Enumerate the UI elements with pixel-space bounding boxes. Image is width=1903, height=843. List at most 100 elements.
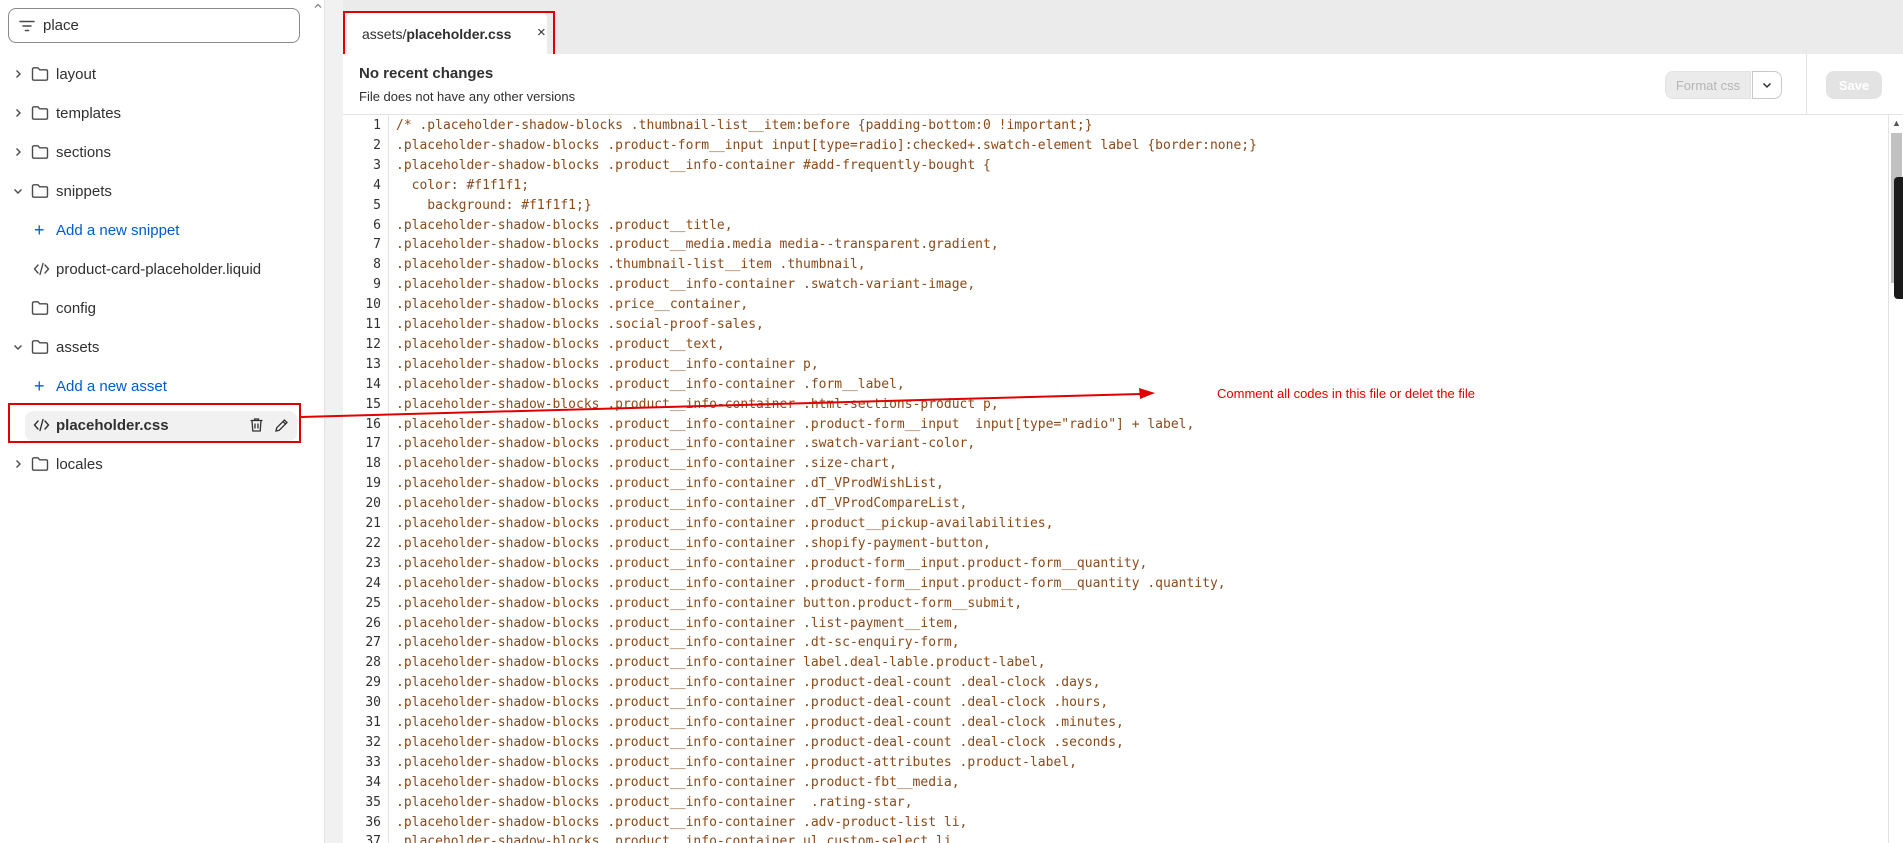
code-line[interactable]: 3 .placeholder-shadow-blocks .product__in… [343,156,1888,176]
code-line[interactable]: 5 background: #f1f1f1;} [343,196,1888,216]
code-editor[interactable]: 1 /* .placeholder-shadow-blocks .thumbnai… [343,115,1888,843]
code-line[interactable]: 27 .placeholder-shadow-blocks .product__i… [343,633,1888,653]
code-line[interactable]: 10 .placeholder-shadow-blocks .price__con… [343,295,1888,315]
code-text: .placeholder-shadow-blocks .product__inf… [396,535,991,551]
code-line[interactable]: 9 .placeholder-shadow-blocks .product__in… [343,275,1888,295]
code-line[interactable]: 16 .placeholder-shadow-blocks .product__i… [343,415,1888,435]
format-css-button[interactable]: Format css [1665,71,1751,99]
code-line[interactable]: 20 .placeholder-shadow-blocks .product__i… [343,494,1888,514]
tree-folder-layout[interactable]: layout [0,55,325,94]
line-number: 17 [365,436,381,452]
tree-folder-config[interactable]: config [0,289,325,328]
file-search-input[interactable]: place [8,8,300,43]
line-number: 16 [365,416,381,432]
line-number: 3 [373,157,381,173]
code-text: .placeholder-shadow-blocks .product__inf… [396,834,960,843]
line-number: 29 [365,675,381,691]
code-line[interactable]: 19 .placeholder-shadow-blocks .product__i… [343,474,1888,494]
code-line[interactable]: 35 .placeholder-shadow-blocks .product__i… [343,793,1888,813]
chevron-up-icon[interactable] [312,0,324,12]
close-icon[interactable]: × [537,24,546,41]
code-text: .placeholder-shadow-blocks .product__inf… [396,416,1195,432]
code-line[interactable]: 18 .placeholder-shadow-blocks .product__i… [343,454,1888,474]
file-row-actions [249,417,289,433]
code-line[interactable]: 7 .placeholder-shadow-blocks .product__me… [343,235,1888,255]
code-line[interactable]: 34 .placeholder-shadow-blocks .product__i… [343,773,1888,793]
tree-folder-locales[interactable]: locales [0,445,325,484]
code-line[interactable]: 13 .placeholder-shadow-blocks .product__i… [343,355,1888,375]
line-number: 15 [365,396,381,412]
filter-icon [19,20,35,31]
add-snippet-link[interactable]: + Add a new snippet [0,211,325,250]
chevron-down-icon [14,189,22,194]
line-number: 35 [365,794,381,810]
code-line[interactable]: 4 color: #f1f1f1; [343,176,1888,196]
tree-file-placeholder-css[interactable]: placeholder.css [0,406,325,445]
line-number: 4 [373,177,381,193]
line-number: 33 [365,754,381,770]
format-options-dropdown[interactable] [1752,71,1782,99]
code-line[interactable]: 32 .placeholder-shadow-blocks .product__i… [343,733,1888,753]
tree-folder-snippets[interactable]: snippets [0,172,325,211]
tree-file-product-card-placeholder[interactable]: product-card-placeholder.liquid [0,250,325,289]
code-line[interactable]: 31 .placeholder-shadow-blocks .product__i… [343,713,1888,733]
code-line[interactable]: 36 .placeholder-shadow-blocks .product__i… [343,813,1888,833]
save-button[interactable]: Save [1826,71,1882,99]
code-line[interactable]: 37 .placeholder-shadow-blocks .product__i… [343,832,1888,843]
code-text: .placeholder-shadow-blocks .product__inf… [396,615,960,631]
trash-icon[interactable] [249,417,264,433]
tree-label: locales [56,456,103,473]
code-line[interactable]: 17 .placeholder-shadow-blocks .product__i… [343,434,1888,454]
code-line[interactable]: 23 .placeholder-shadow-blocks .product__i… [343,554,1888,574]
line-number: 20 [365,496,381,512]
floating-side-widget[interactable] [1894,177,1903,299]
code-line[interactable]: 12 .placeholder-shadow-blocks .product__t… [343,335,1888,355]
code-text: .placeholder-shadow-blocks .product__med… [396,237,999,253]
code-text: .placeholder-shadow-blocks .thumbnail-li… [396,257,866,273]
code-line[interactable]: 26 .placeholder-shadow-blocks .product__i… [343,614,1888,634]
code-line[interactable]: 24 .placeholder-shadow-blocks .product__i… [343,574,1888,594]
code-text: .placeholder-shadow-blocks .product__inf… [396,814,968,830]
code-text: .placeholder-shadow-blocks .product__inf… [396,476,944,492]
chevron-right-icon [16,70,21,78]
pencil-icon[interactable] [274,417,289,433]
code-line[interactable]: 6 .placeholder-shadow-blocks .product__ti… [343,216,1888,236]
code-line[interactable]: 14 .placeholder-shadow-blocks .product__i… [343,375,1888,395]
code-line[interactable]: 28 .placeholder-shadow-blocks .product__i… [343,653,1888,673]
chevron-down-icon [14,345,22,350]
tree-folder-templates[interactable]: templates [0,94,325,133]
code-text: .placeholder-shadow-blocks .product__tit… [396,217,733,233]
code-line[interactable]: 15 .placeholder-shadow-blocks .product__i… [343,395,1888,415]
code-line[interactable]: 29 .placeholder-shadow-blocks .product__i… [343,673,1888,693]
code-line[interactable]: 33 .placeholder-shadow-blocks .product__i… [343,753,1888,773]
code-text: .placeholder-shadow-blocks .product__inf… [396,695,1109,711]
add-asset-link[interactable]: + Add a new asset [0,367,325,406]
divider [1806,54,1807,114]
folder-icon [31,340,49,354]
tree-folder-sections[interactable]: sections [0,133,325,172]
tree-folder-assets[interactable]: assets [0,328,325,367]
code-line[interactable]: 11 .placeholder-shadow-blocks .social-pro… [343,315,1888,335]
code-line[interactable]: 8 .placeholder-shadow-blocks .thumbnail-l… [343,255,1888,275]
code-text: .placeholder-shadow-blocks .product__inf… [396,675,1101,691]
code-text: .placeholder-shadow-blocks .product__inf… [396,655,1046,671]
editor-panel: No recent changes File does not have any… [343,54,1903,843]
add-snippet-label: Add a new snippet [56,222,180,239]
scroll-up-arrow-icon[interactable]: ▲ [1892,118,1901,128]
code-text: .placeholder-shadow-blocks .product__inf… [396,456,897,472]
code-line[interactable]: 22 .placeholder-shadow-blocks .product__i… [343,534,1888,554]
line-number: 36 [365,814,381,830]
file-sidebar: place layout templates sections snippets… [0,0,325,843]
tab-placeholder-css[interactable]: assets/placeholder.css × [347,11,547,55]
code-line[interactable]: 2 .placeholder-shadow-blocks .product-for… [343,136,1888,156]
line-number: 9 [373,277,381,293]
code-line[interactable]: 25 .placeholder-shadow-blocks .product__i… [343,594,1888,614]
code-text: .placeholder-shadow-blocks .product__inf… [396,774,960,790]
code-line[interactable]: 21 .placeholder-shadow-blocks .product__i… [343,514,1888,534]
code-line[interactable]: 30 .placeholder-shadow-blocks .product__i… [343,693,1888,713]
line-number: 24 [365,575,381,591]
line-number: 5 [373,197,381,213]
code-text: .placeholder-shadow-blocks .product__inf… [396,794,913,810]
code-text: background: #f1f1f1;} [396,197,592,213]
code-line[interactable]: 1 /* .placeholder-shadow-blocks .thumbnai… [343,116,1888,136]
